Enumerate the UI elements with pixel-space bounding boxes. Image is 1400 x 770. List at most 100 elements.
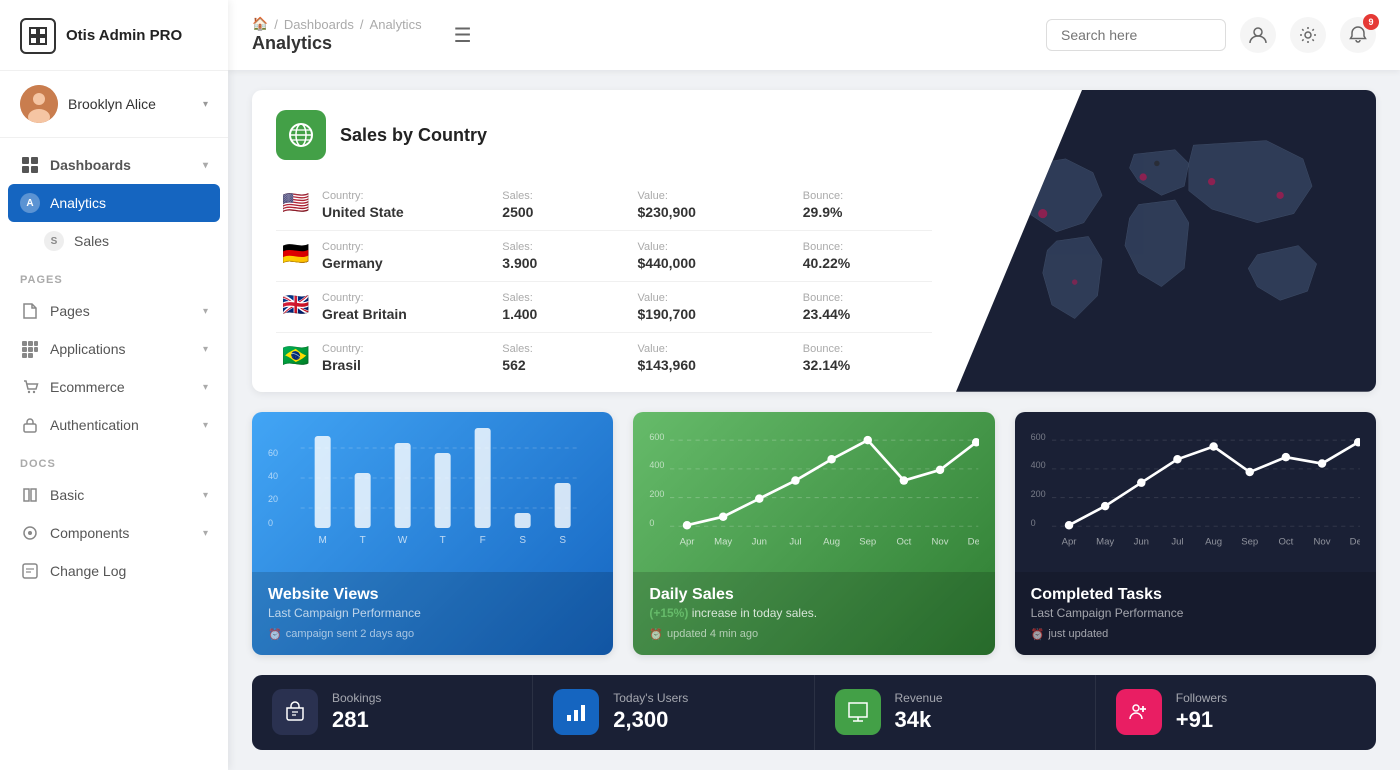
daily-sales-highlight: (+15%): [649, 606, 688, 620]
sidebar-changelog-label: Change Log: [50, 563, 126, 579]
world-map: [956, 90, 1376, 392]
value-label: Value:: [638, 292, 791, 304]
notification-badge: 9: [1363, 14, 1379, 30]
applications-chevron-icon: ▾: [203, 344, 208, 355]
search-input[interactable]: [1046, 19, 1226, 51]
stat-followers: Followers +91: [1096, 675, 1376, 750]
svg-text:May: May: [1096, 536, 1114, 547]
svg-text:F: F: [480, 535, 486, 546]
sidebar-item-changelog[interactable]: Change Log: [0, 552, 228, 590]
website-views-card: 60 40 20 0: [252, 412, 613, 655]
value-amount: $143,960: [638, 357, 791, 373]
value-label: Value:: [638, 190, 791, 202]
main-content: 🏠 / Dashboards / Analytics Analytics ☰ 9: [228, 0, 1400, 770]
bounce-label: Bounce:: [803, 190, 926, 202]
applications-icon: [20, 339, 40, 359]
stat-users: Today's Users 2,300: [533, 675, 814, 750]
svg-text:Jul: Jul: [1171, 536, 1183, 547]
basic-icon: [20, 485, 40, 505]
daily-sales-title: Daily Sales: [649, 586, 978, 604]
country-name: Great Britain: [322, 306, 490, 322]
sidebar-sales-label: Sales: [74, 233, 109, 249]
bookings-icon-box: [272, 689, 318, 735]
y-label-0: 0: [268, 518, 278, 528]
completed-tasks-info: Completed Tasks Last Campaign Performanc…: [1015, 572, 1376, 655]
sales-country-title: Sales by Country: [340, 125, 487, 146]
header-right: 9: [1046, 17, 1376, 53]
sales-label: Sales:: [502, 343, 625, 355]
country-label: Country:: [322, 190, 490, 202]
sales-value: 2500: [502, 204, 625, 220]
sales-label: Sales:: [502, 190, 625, 202]
pages-chevron-icon: ▾: [203, 306, 208, 317]
ds-y-0: 0: [649, 518, 664, 528]
breadcrumb: 🏠 / Dashboards / Analytics Analytics: [252, 16, 422, 54]
bounce-label: Bounce:: [803, 343, 926, 355]
ecommerce-icon: [20, 377, 40, 397]
sidebar-authentication-label: Authentication: [50, 417, 139, 433]
ecommerce-chevron-icon: ▾: [203, 382, 208, 393]
sidebar-item-ecommerce[interactable]: Ecommerce ▾: [0, 368, 228, 406]
y-label-60: 60: [268, 448, 278, 458]
authentication-icon: [20, 415, 40, 435]
svg-text:May: May: [714, 536, 732, 547]
svg-text:Dec: Dec: [968, 536, 979, 547]
bookings-value: 281: [332, 707, 381, 733]
notifications-button[interactable]: 9: [1340, 17, 1376, 53]
table-row: 🇩🇪 Country: Germany Sales: 3.900 Value: …: [276, 231, 932, 282]
completed-tasks-title: Completed Tasks: [1031, 586, 1360, 604]
value-amount: $190,700: [638, 306, 791, 322]
sales-value: 1.400: [502, 306, 625, 322]
sales-value: 562: [502, 357, 625, 373]
hamburger-menu[interactable]: ☰: [454, 23, 472, 48]
sidebar-item-basic[interactable]: Basic ▾: [0, 476, 228, 514]
clock-icon: ⏰: [268, 628, 282, 641]
followers-value: +91: [1176, 707, 1227, 733]
table-row: 🇬🇧 Country: Great Britain Sales: 1.400 V…: [276, 282, 932, 333]
pages-icon: [20, 301, 40, 321]
daily-sales-chart: 600 400 200 0: [633, 412, 994, 572]
country-flag: 🇩🇪: [282, 241, 309, 266]
clock-icon-2: ⏰: [649, 628, 663, 641]
authentication-chevron-icon: ▾: [203, 420, 208, 431]
sidebar-item-analytics[interactable]: A Analytics: [8, 184, 220, 222]
basic-chevron-icon: ▾: [203, 490, 208, 501]
user-profile-button[interactable]: [1240, 17, 1276, 53]
breadcrumb-dashboards: Dashboards: [284, 17, 354, 32]
country-flag: 🇬🇧: [282, 292, 309, 317]
svg-text:S: S: [519, 535, 526, 546]
bookings-label: Bookings: [332, 691, 381, 705]
svg-text:T: T: [440, 535, 446, 546]
bounce-label: Bounce:: [803, 241, 926, 253]
svg-text:Apr: Apr: [1061, 536, 1077, 547]
completed-tasks-footer: ⏰ just updated: [1031, 628, 1360, 641]
sidebar-item-sales[interactable]: S Sales: [0, 222, 228, 260]
ct-y-400: 400: [1031, 460, 1046, 470]
daily-sales-footer: ⏰ updated 4 min ago: [649, 628, 978, 641]
users-value: 2,300: [613, 707, 688, 733]
sidebar-item-authentication[interactable]: Authentication ▾: [0, 406, 228, 444]
sidebar-item-pages[interactable]: Pages ▾: [0, 292, 228, 330]
svg-text:Nov: Nov: [1313, 536, 1330, 547]
country-label: Country:: [322, 343, 490, 355]
revenue-value: 34k: [895, 707, 943, 733]
sidebar-user[interactable]: Brooklyn Alice ▾: [0, 71, 228, 138]
content-area: Sales by Country 🇺🇸 Country: United Stat…: [228, 70, 1400, 770]
svg-text:Apr: Apr: [680, 536, 696, 547]
sidebar-item-dashboards[interactable]: Dashboards ▾: [0, 146, 228, 184]
sidebar-ecommerce-label: Ecommerce: [50, 379, 125, 395]
daily-sales-subtitle-text: increase in today sales.: [688, 606, 817, 620]
country-flag: 🇺🇸: [282, 190, 309, 215]
sidebar-item-components[interactable]: Components ▾: [0, 514, 228, 552]
svg-text:M: M: [319, 535, 327, 546]
user-chevron-icon: ▾: [203, 99, 208, 110]
completed-tasks-svg: Apr May Jun Jul Aug Sep Oct Nov Dec: [1052, 428, 1360, 548]
analytics-badge: A: [20, 193, 40, 213]
users-label: Today's Users: [613, 691, 688, 705]
settings-button[interactable]: [1290, 17, 1326, 53]
sidebar-item-applications[interactable]: Applications ▾: [0, 330, 228, 368]
svg-text:Jul: Jul: [790, 536, 802, 547]
header: 🏠 / Dashboards / Analytics Analytics ☰ 9: [228, 0, 1400, 70]
docs-section-label: DOCS: [0, 444, 228, 476]
bounce-value: 40.22%: [803, 255, 926, 271]
